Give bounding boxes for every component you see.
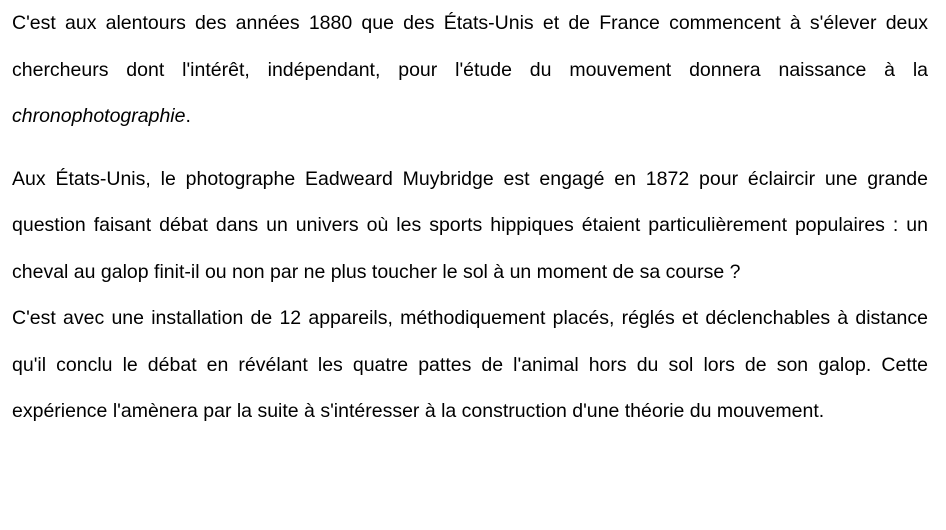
paragraph-1-end: . (185, 105, 191, 127)
chronophotographie-term: chronophotographie (12, 105, 186, 127)
paragraph-1-text: C'est aux alentours des années 1880 que … (12, 12, 928, 81)
paragraph-1: C'est aux alentours des années 1880 que … (12, 0, 928, 140)
page: { "document": { "paragraph_1": { "text_b… (0, 0, 946, 530)
document-body: C'est aux alentours des années 1880 que … (12, 0, 928, 435)
paragraph-2: Aux États-Unis, le photographe Eadweard … (12, 167, 928, 283)
paragraph-3: C'est avec une installation de 12 appare… (12, 307, 928, 422)
